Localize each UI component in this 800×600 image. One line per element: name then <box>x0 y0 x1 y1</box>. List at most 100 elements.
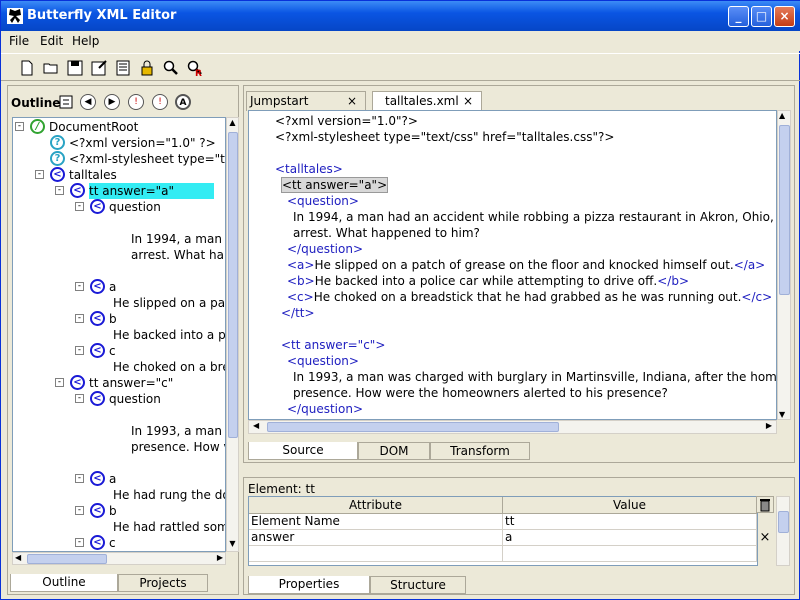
attribute-cell[interactable] <box>249 546 503 562</box>
menu-file[interactable]: File <box>9 34 29 48</box>
code-line[interactable]: presence. How were the homeowners alerte… <box>293 385 668 401</box>
delete-attribute-icon[interactable]: × <box>756 530 774 546</box>
close-button[interactable]: × <box>774 6 795 27</box>
tree-node[interactable]: - / DocumentRoot <box>13 119 225 135</box>
code-line[interactable]: <c>He choked on a breadstick that he had… <box>287 289 772 305</box>
scroll-down-icon[interactable]: ▼ <box>227 539 238 551</box>
value-cell[interactable]: a <box>503 530 757 546</box>
tree-node[interactable]: - < a <box>13 471 225 487</box>
code-line[interactable]: <b>He backed into a police car while att… <box>287 273 689 289</box>
new-file-icon[interactable] <box>18 59 36 77</box>
tab-source[interactable]: Source <box>248 442 358 460</box>
code-line[interactable]: </tt> <box>281 305 315 321</box>
sync-icon[interactable] <box>58 94 74 110</box>
close-tab-icon[interactable]: × <box>347 92 357 110</box>
document-icon[interactable] <box>114 59 132 77</box>
outline-tree[interactable]: - / DocumentRoot? <?xml version="1.0" ?>? <?… <box>12 117 226 552</box>
tree-node[interactable]: ? <?xml-stylesheet type="text <box>13 151 225 167</box>
tree-node[interactable]: In 1993, a man v <box>13 423 225 439</box>
value-cell[interactable]: tt <box>503 514 757 530</box>
menu-edit[interactable]: Edit <box>40 34 63 48</box>
save-icon[interactable] <box>66 59 84 77</box>
collapse-icon[interactable]: - <box>35 170 44 179</box>
collapse-icon[interactable]: - <box>55 186 64 195</box>
tree-node[interactable]: - < tt answer="a" <box>13 183 225 199</box>
attribute-table[interactable]: Attribute Value Element Name tt answer a <box>248 496 758 566</box>
collapse-icon[interactable]: - <box>75 538 84 547</box>
code-line[interactable]: <tt answer="c"> <box>281 337 385 353</box>
tree-node[interactable]: - < question <box>13 199 225 215</box>
code-line[interactable]: </question> <box>287 241 363 257</box>
save-as-icon[interactable] <box>90 59 108 77</box>
tree-node[interactable]: He choked on a bre <box>13 359 225 375</box>
code-line[interactable]: <?xml-stylesheet type="text/css" href="t… <box>275 129 614 145</box>
scroll-thumb[interactable] <box>228 132 238 438</box>
editor-vertical-scrollbar[interactable]: ▲ ▼ <box>777 110 791 420</box>
tree-node[interactable]: He had rung the do <box>13 487 225 503</box>
back-icon[interactable]: ◀ <box>80 94 96 110</box>
outline-vertical-scrollbar[interactable]: ▲ ▼ <box>226 117 239 552</box>
scroll-up-icon[interactable]: ▲ <box>227 118 238 130</box>
code-line[interactable]: <?xml version="1.0"?> <box>275 113 418 129</box>
code-line[interactable]: In 1994, a man had an accident while rob… <box>293 209 776 225</box>
title-bar[interactable]: Butterfly XML Editor _ □ × <box>1 1 800 31</box>
collapse-icon[interactable]: - <box>75 506 84 515</box>
tree-node[interactable]: - < c <box>13 343 225 359</box>
close-tab-icon[interactable]: × <box>463 92 473 110</box>
tree-node[interactable]: - < question <box>13 391 225 407</box>
scroll-thumb[interactable] <box>267 422 559 432</box>
tree-node[interactable]: arrest. What hap <box>13 247 225 263</box>
properties-vertical-scrollbar[interactable] <box>776 496 790 566</box>
tab-talltales-xml[interactable]: talltales.xml × <box>372 91 482 111</box>
tree-node[interactable]: He had rattled some <box>13 519 225 535</box>
find-replace-icon[interactable]: R <box>186 59 204 77</box>
tree-node[interactable]: - < b <box>13 311 225 327</box>
scroll-up-icon[interactable]: ▲ <box>779 111 785 120</box>
tab-outline[interactable]: Outline <box>10 574 118 592</box>
tree-node[interactable]: - < talltales <box>13 167 225 183</box>
source-editor[interactable]: <?xml version="1.0"?> <?xml-stylesheet ty… <box>248 110 777 420</box>
code-line[interactable]: <talltales> <box>275 161 343 177</box>
minimize-button[interactable]: _ <box>728 6 749 27</box>
scroll-left-icon[interactable]: ◀ <box>15 553 21 562</box>
code-line[interactable]: <tt answer="a"> <box>281 177 389 193</box>
menu-help[interactable]: Help <box>72 34 99 48</box>
tab-transform[interactable]: Transform <box>430 442 530 460</box>
collapse-icon[interactable]: - <box>15 122 24 131</box>
collapse-icon[interactable]: - <box>55 378 64 387</box>
scroll-down-icon[interactable]: ▼ <box>779 410 785 419</box>
next-error-icon[interactable]: ! <box>152 94 168 110</box>
column-header-attribute[interactable]: Attribute <box>249 497 503 514</box>
tab-properties[interactable]: Properties <box>248 576 370 594</box>
attribute-cell[interactable]: answer <box>249 530 503 546</box>
tab-structure[interactable]: Structure <box>370 576 466 594</box>
scroll-right-icon[interactable]: ▶ <box>766 421 772 430</box>
maximize-button[interactable]: □ <box>751 6 772 27</box>
collapse-icon[interactable]: - <box>75 394 84 403</box>
forward-icon[interactable]: ▶ <box>104 94 120 110</box>
editor-horizontal-scrollbar[interactable]: ◀ ▶ <box>248 420 777 434</box>
code-line[interactable]: <a>He slipped on a patch of grease on th… <box>287 257 765 273</box>
code-line[interactable]: <question> <box>287 193 359 209</box>
code-line[interactable]: In 1993, a man was charged with burglary… <box>293 369 776 385</box>
tab-projects[interactable]: Projects <box>118 574 208 592</box>
attributes-icon[interactable]: A <box>175 94 191 110</box>
tree-node[interactable]: - < a <box>13 279 225 295</box>
tree-node[interactable]: presence. How v <box>13 439 225 455</box>
find-icon[interactable] <box>162 59 180 77</box>
column-header-value[interactable]: Value <box>503 497 757 514</box>
attribute-cell[interactable]: Element Name <box>249 514 503 530</box>
code-line[interactable]: </question> <box>287 401 363 417</box>
tree-node[interactable]: He slipped on a pat <box>13 295 225 311</box>
code-line[interactable]: <question> <box>287 353 359 369</box>
scroll-thumb[interactable] <box>27 554 107 564</box>
collapse-icon[interactable]: - <box>75 282 84 291</box>
tree-node[interactable]: - < b <box>13 503 225 519</box>
tab-jumpstart[interactable]: Jumpstart × <box>246 91 366 111</box>
collapse-icon[interactable]: - <box>75 346 84 355</box>
scroll-right-icon[interactable]: ▶ <box>217 553 223 562</box>
lock-icon[interactable] <box>138 59 156 77</box>
tree-node[interactable]: - < c <box>13 535 225 551</box>
open-folder-icon[interactable] <box>42 59 60 77</box>
outline-horizontal-scrollbar[interactable]: ◀ ▶ <box>12 552 226 565</box>
